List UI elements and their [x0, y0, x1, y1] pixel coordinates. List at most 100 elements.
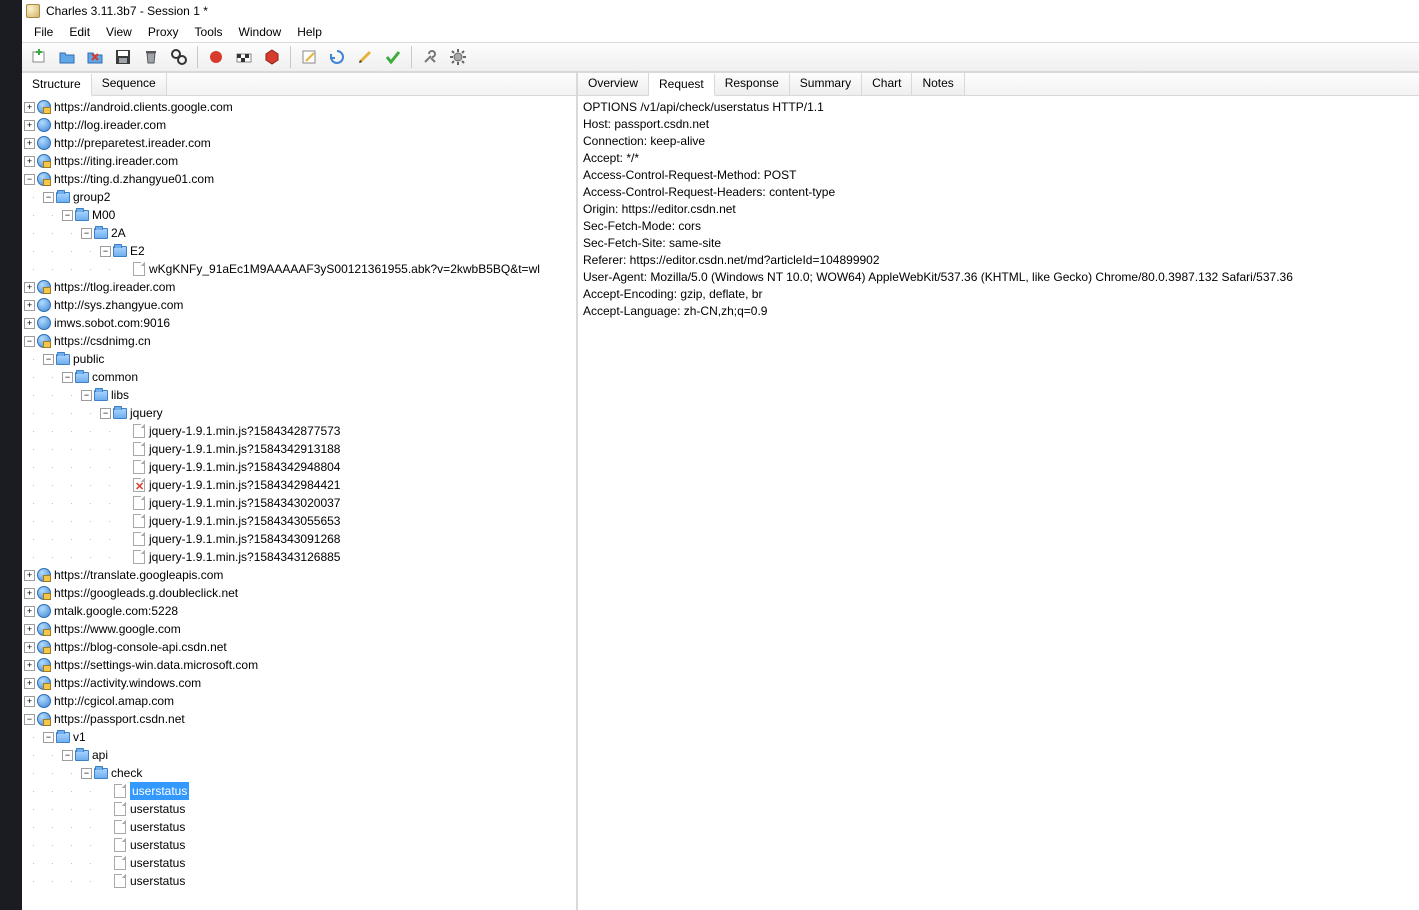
compose-button[interactable] — [296, 45, 322, 69]
tree-row[interactable]: https://settings-win.data.microsoft.com — [24, 656, 576, 674]
tree-row[interactable]: https://blog-console-api.csdn.net — [24, 638, 576, 656]
save-session-button[interactable] — [110, 45, 136, 69]
expand-toggle[interactable] — [100, 246, 111, 257]
tree-row[interactable]: ····userstatus — [24, 782, 576, 800]
menu-help[interactable]: Help — [289, 23, 330, 41]
expand-toggle[interactable] — [24, 102, 35, 113]
expand-toggle[interactable] — [81, 390, 92, 401]
tree-row[interactable]: http://preparetest.ireader.com — [24, 134, 576, 152]
tree-row[interactable]: https://android.clients.google.com — [24, 98, 576, 116]
tree-row[interactable]: https://ting.d.zhangyue01.com — [24, 170, 576, 188]
tree-row[interactable]: https://tlog.ireader.com — [24, 278, 576, 296]
tree-row[interactable]: http://sys.zhangyue.com — [24, 296, 576, 314]
close-session-button[interactable] — [82, 45, 108, 69]
expand-toggle[interactable] — [24, 678, 35, 689]
menu-edit[interactable]: Edit — [61, 23, 98, 41]
tree-row[interactable]: ·····jquery-1.9.1.min.js?1584343055653 — [24, 512, 576, 530]
edit-button[interactable] — [352, 45, 378, 69]
tools-button[interactable] — [417, 45, 443, 69]
tree-row[interactable]: ····userstatus — [24, 800, 576, 818]
menu-window[interactable]: Window — [231, 23, 290, 41]
tree-row[interactable]: ·····jquery-1.9.1.min.js?1584342913188 — [24, 440, 576, 458]
tab-chart[interactable]: Chart — [862, 73, 912, 95]
menu-file[interactable]: File — [26, 23, 61, 41]
tab-sequence[interactable]: Sequence — [92, 73, 167, 95]
expand-toggle[interactable] — [24, 660, 35, 671]
tab-notes[interactable]: Notes — [912, 73, 964, 95]
tree-row[interactable]: imws.sobot.com:9016 — [24, 314, 576, 332]
tree-row[interactable]: ··api — [24, 746, 576, 764]
expand-toggle[interactable] — [24, 318, 35, 329]
new-session-button[interactable] — [26, 45, 52, 69]
tree-row[interactable]: ····jquery — [24, 404, 576, 422]
tab-overview[interactable]: Overview — [578, 73, 649, 95]
tree-row[interactable]: ····userstatus — [24, 836, 576, 854]
tree-row[interactable]: ·····jquery-1.9.1.min.js?1584343126885 — [24, 548, 576, 566]
expand-toggle[interactable] — [24, 588, 35, 599]
tree-row[interactable]: ····E2 — [24, 242, 576, 260]
tree-row[interactable]: ·····jquery-1.9.1.min.js?1584343091268 — [24, 530, 576, 548]
tree-row[interactable]: ····userstatus — [24, 854, 576, 872]
expand-toggle[interactable] — [24, 696, 35, 707]
tab-request[interactable]: Request — [649, 74, 715, 96]
tree-row[interactable]: https://translate.googleapis.com — [24, 566, 576, 584]
tree-row[interactable]: ·public — [24, 350, 576, 368]
tab-response[interactable]: Response — [715, 73, 790, 95]
tree-row[interactable]: ·····jquery-1.9.1.min.js?1584342948804 — [24, 458, 576, 476]
structure-tree[interactable]: https://android.clients.google.comhttp:/… — [22, 96, 576, 910]
expand-toggle[interactable] — [24, 282, 35, 293]
tree-row[interactable]: ···check — [24, 764, 576, 782]
tab-structure[interactable]: Structure — [22, 74, 92, 96]
validate-button[interactable] — [380, 45, 406, 69]
open-session-button[interactable] — [54, 45, 80, 69]
settings-button[interactable] — [445, 45, 471, 69]
tree-row[interactable]: https://csdnimg.cn — [24, 332, 576, 350]
menu-view[interactable]: View — [98, 23, 140, 41]
tree-row[interactable]: ··common — [24, 368, 576, 386]
repeat-button[interactable] — [324, 45, 350, 69]
expand-toggle[interactable] — [24, 570, 35, 581]
expand-toggle[interactable] — [24, 642, 35, 653]
tab-summary[interactable]: Summary — [790, 73, 862, 95]
tree-row[interactable]: ··M00 — [24, 206, 576, 224]
expand-toggle[interactable] — [100, 408, 111, 419]
clear-session-button[interactable] — [138, 45, 164, 69]
expand-toggle[interactable] — [43, 354, 54, 365]
expand-toggle[interactable] — [24, 336, 35, 347]
expand-toggle[interactable] — [24, 120, 35, 131]
expand-toggle[interactable] — [62, 750, 73, 761]
expand-toggle[interactable] — [62, 372, 73, 383]
expand-toggle[interactable] — [62, 210, 73, 221]
expand-toggle[interactable] — [81, 768, 92, 779]
tree-row[interactable]: https://iting.ireader.com — [24, 152, 576, 170]
expand-toggle[interactable] — [24, 606, 35, 617]
expand-toggle[interactable] — [24, 714, 35, 725]
find-button[interactable] — [166, 45, 192, 69]
tree-row[interactable]: ·····jquery-1.9.1.min.js?1584342984421 — [24, 476, 576, 494]
tree-row[interactable]: ···2A — [24, 224, 576, 242]
titlebar[interactable]: Charles 3.11.3b7 - Session 1 * — [22, 0, 1419, 22]
menu-tools[interactable]: Tools — [187, 23, 231, 41]
tree-row[interactable]: ·····jquery-1.9.1.min.js?1584343020037 — [24, 494, 576, 512]
expand-toggle[interactable] — [81, 228, 92, 239]
tree-row[interactable]: ·····jquery-1.9.1.min.js?1584342877573 — [24, 422, 576, 440]
tree-row[interactable]: https://googleads.g.doubleclick.net — [24, 584, 576, 602]
tree-row[interactable]: https://www.google.com — [24, 620, 576, 638]
expand-toggle[interactable] — [24, 300, 35, 311]
tree-row[interactable]: https://activity.windows.com — [24, 674, 576, 692]
expand-toggle[interactable] — [24, 156, 35, 167]
tree-row[interactable]: mtalk.google.com:5228 — [24, 602, 576, 620]
expand-toggle[interactable] — [24, 624, 35, 635]
tree-row[interactable]: ····userstatus — [24, 818, 576, 836]
expand-toggle[interactable] — [24, 174, 35, 185]
expand-toggle[interactable] — [24, 138, 35, 149]
tree-row[interactable]: ·····wKgKNFy_91aEc1M9AAAAAF3yS0012136195… — [24, 260, 576, 278]
throttle-button[interactable] — [231, 45, 257, 69]
record-button[interactable] — [203, 45, 229, 69]
breakpoints-button[interactable] — [259, 45, 285, 69]
expand-toggle[interactable] — [43, 192, 54, 203]
menu-proxy[interactable]: Proxy — [140, 23, 187, 41]
tree-row[interactable]: http://log.ireader.com — [24, 116, 576, 134]
tree-row[interactable]: https://passport.csdn.net — [24, 710, 576, 728]
tree-row[interactable]: http://cgicol.amap.com — [24, 692, 576, 710]
